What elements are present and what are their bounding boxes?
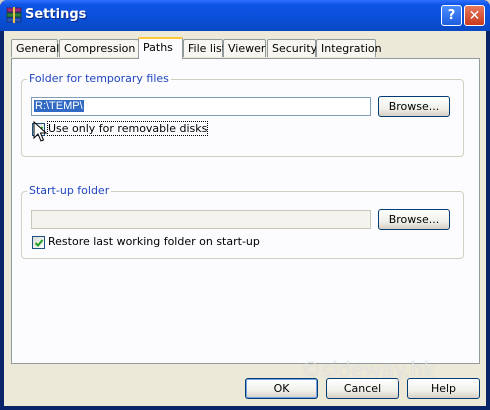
startup-browse-button[interactable]: Browse... <box>378 209 450 230</box>
startup-folder-group-title: Start-up folder <box>27 184 112 197</box>
tab-file-list[interactable]: File list <box>183 39 226 57</box>
removable-disks-label[interactable]: Use only for removable disks <box>46 121 209 136</box>
checkmark-icon <box>34 239 44 247</box>
mouse-pointer-icon <box>33 121 47 142</box>
temp-folder-group: Folder for temporary files <box>21 72 464 157</box>
help-icon: ? <box>447 8 456 23</box>
temp-folder-value: R:\TEMP\ <box>34 100 84 112</box>
tab-paths[interactable]: Paths <box>138 37 183 59</box>
tab-integration[interactable]: Integration <box>316 39 382 57</box>
startup-folder-input[interactable] <box>31 210 371 229</box>
window-title: Settings <box>25 7 87 22</box>
temp-browse-button[interactable]: Browse... <box>378 96 450 117</box>
close-icon: ✕ <box>468 7 481 24</box>
temp-folder-input[interactable]: R:\TEMP\ <box>31 97 371 116</box>
restore-folder-label[interactable]: Restore last working folder on start-up <box>48 235 260 248</box>
title-bar[interactable]: Settings ? ✕ <box>0 0 490 31</box>
tab-compression[interactable]: Compression <box>59 39 139 57</box>
settings-window: Settings ? ✕ General Compression Paths F… <box>0 0 490 410</box>
title-close-button[interactable]: ✕ <box>464 5 485 26</box>
restore-folder-checkbox[interactable] <box>32 236 45 249</box>
tab-viewer[interactable]: Viewer <box>223 39 266 57</box>
winrar-books-icon <box>6 7 22 23</box>
tab-security[interactable]: Security <box>267 39 317 57</box>
tab-general[interactable]: General <box>11 39 59 57</box>
watermark-text: ©sideway.hk <box>300 358 436 382</box>
title-help-button[interactable]: ? <box>441 5 462 26</box>
paths-tab-panel: Folder for temporary files R:\TEMP\ Brow… <box>11 58 480 364</box>
dialog-client: General Compression Paths File list View… <box>4 31 486 406</box>
temp-folder-group-title: Folder for temporary files <box>27 72 171 85</box>
